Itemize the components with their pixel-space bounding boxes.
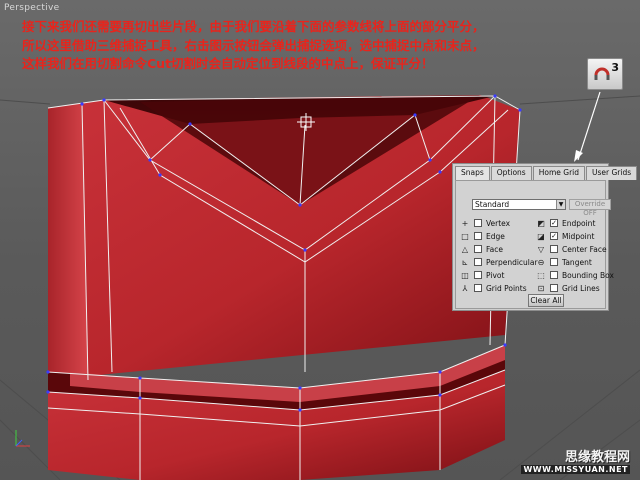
override-button[interactable]: Override OFF [569,199,611,217]
tab-user-grids[interactable]: User Grids [586,166,638,180]
snap-label: Grid Lines [562,283,600,293]
edge-checkbox[interactable] [474,232,482,240]
snap-label: Grid Points [486,283,527,293]
snap-mode-label: 3 [611,61,619,74]
snap-option-bounding-box[interactable]: ⬚ Bounding Box [536,270,614,280]
center-face-checkbox[interactable] [550,245,558,253]
snap-label: Pivot [486,270,505,280]
tangent-icon: ⊖ [537,257,545,267]
tab-snaps[interactable]: Snaps [455,166,490,180]
magnet-snap-icon [594,67,610,80]
snap-option-midpoint[interactable]: ◪ ✓ Midpoint [536,231,594,241]
snap-preset-dropdown[interactable]: Standard ▼ [472,199,566,210]
perpendicular-icon: ⊾ [461,257,469,267]
snap-label: Midpoint [562,231,595,241]
tab-options[interactable]: Options [490,166,532,180]
snap-preset-value: Standard [475,200,510,209]
chevron-down-icon[interactable]: ▼ [556,200,565,209]
instruction-line: 这样我们在用切割命令Cut切割时会自动定位到线段的中点上，保证平分！ [22,56,434,71]
clear-all-button[interactable]: Clear All [528,294,564,307]
snap-label: Vertex [486,218,511,228]
snap-option-perpendicular[interactable]: ⊾ Perpendicular [460,257,538,267]
perspective-viewport[interactable]: Perspective 接下来我们还需要再切出些片段，由于我们要沿着下面的参数线… [0,0,640,480]
triangle-icon: △ [461,244,469,254]
callout-arrow-head [574,150,583,162]
snap-option-face[interactable]: △ Face [460,244,503,254]
midpoint-checkbox[interactable]: ✓ [550,232,558,240]
face-checkbox[interactable] [474,245,482,253]
endpoint-checkbox[interactable]: ✓ [550,219,558,227]
tab-home-grid[interactable]: Home Grid [532,166,586,180]
perpendicular-checkbox[interactable] [474,258,482,266]
pivot-icon: ◫ [461,270,469,280]
axis-tripod-icon [15,430,30,447]
snap-label: Endpoint [562,218,596,228]
instruction-text: 接下来我们还需要再切出些片段，由于我们要沿着下面的参数线将上面的部分平分， 所以… [22,18,582,74]
snap-option-edge[interactable]: □ Edge [460,231,505,241]
grid-lines-checkbox[interactable] [550,284,558,292]
snap-label: Tangent [562,257,592,267]
instruction-line: 所以这里借助三维捕捉工具，右击图示按钮会弹出捕捉选项，选中捕捉中点和末点， [22,37,485,53]
grid-and-snap-settings-panel: Snaps Options Home Grid User Grids Stand… [452,163,638,311]
snaps-tab-body: Standard ▼ Override OFF + Vertex □ Edge … [455,180,614,309]
square-icon: □ [461,231,469,241]
snap-option-endpoint[interactable]: ◩ ✓ Endpoint [536,218,595,228]
red-mesh-object[interactable] [48,95,520,480]
vertex-checkbox[interactable] [474,219,482,227]
midpoint-icon: ◪ [537,231,545,241]
viewport-label[interactable]: Perspective [4,3,59,13]
grid-lines-icon: ⊡ [537,283,545,293]
site-watermark: 思缘教程网 WWW.MISSYUAN.NET [521,446,630,474]
grid-points-checkbox[interactable] [474,284,482,292]
settings-tabs: Snaps Options Home Grid User Grids [455,166,638,180]
snap-option-pivot[interactable]: ◫ Pivot [460,270,504,280]
center-face-icon: ▽ [537,244,545,254]
snap-option-vertex[interactable]: + Vertex [460,218,510,228]
pivot-checkbox[interactable] [474,271,482,279]
tangent-checkbox[interactable] [550,258,558,266]
snap-option-center-face[interactable]: ▽ Center Face [536,244,607,254]
snap-label: Center Face [562,244,607,254]
snap-label: Edge [486,231,505,241]
snap-label: Bounding Box [562,270,614,280]
plus-icon: + [461,218,469,228]
snap-option-grid-lines[interactable]: ⊡ Grid Lines [536,283,600,293]
instruction-line: 接下来我们还需要再切出些片段，由于我们要沿着下面的参数线将上面的部分平分， [22,19,485,34]
endpoint-icon: ◩ [537,218,545,228]
bounding-box-icon: ⬚ [537,270,545,280]
watermark-url: WWW.MISSYUAN.NET [521,465,630,474]
grid-points-icon: ⅄ [462,283,468,293]
bounding-box-checkbox[interactable] [550,271,558,279]
watermark-title: 思缘教程网 [564,450,630,465]
snaps-toggle-button[interactable]: 3 [587,58,623,90]
callout-arrow [577,91,601,161]
snap-option-tangent[interactable]: ⊖ Tangent [536,257,592,267]
snap-option-grid-points[interactable]: ⅄ Grid Points [460,283,527,293]
snap-label: Face [486,244,503,254]
snap-label: Perpendicular [486,257,538,267]
